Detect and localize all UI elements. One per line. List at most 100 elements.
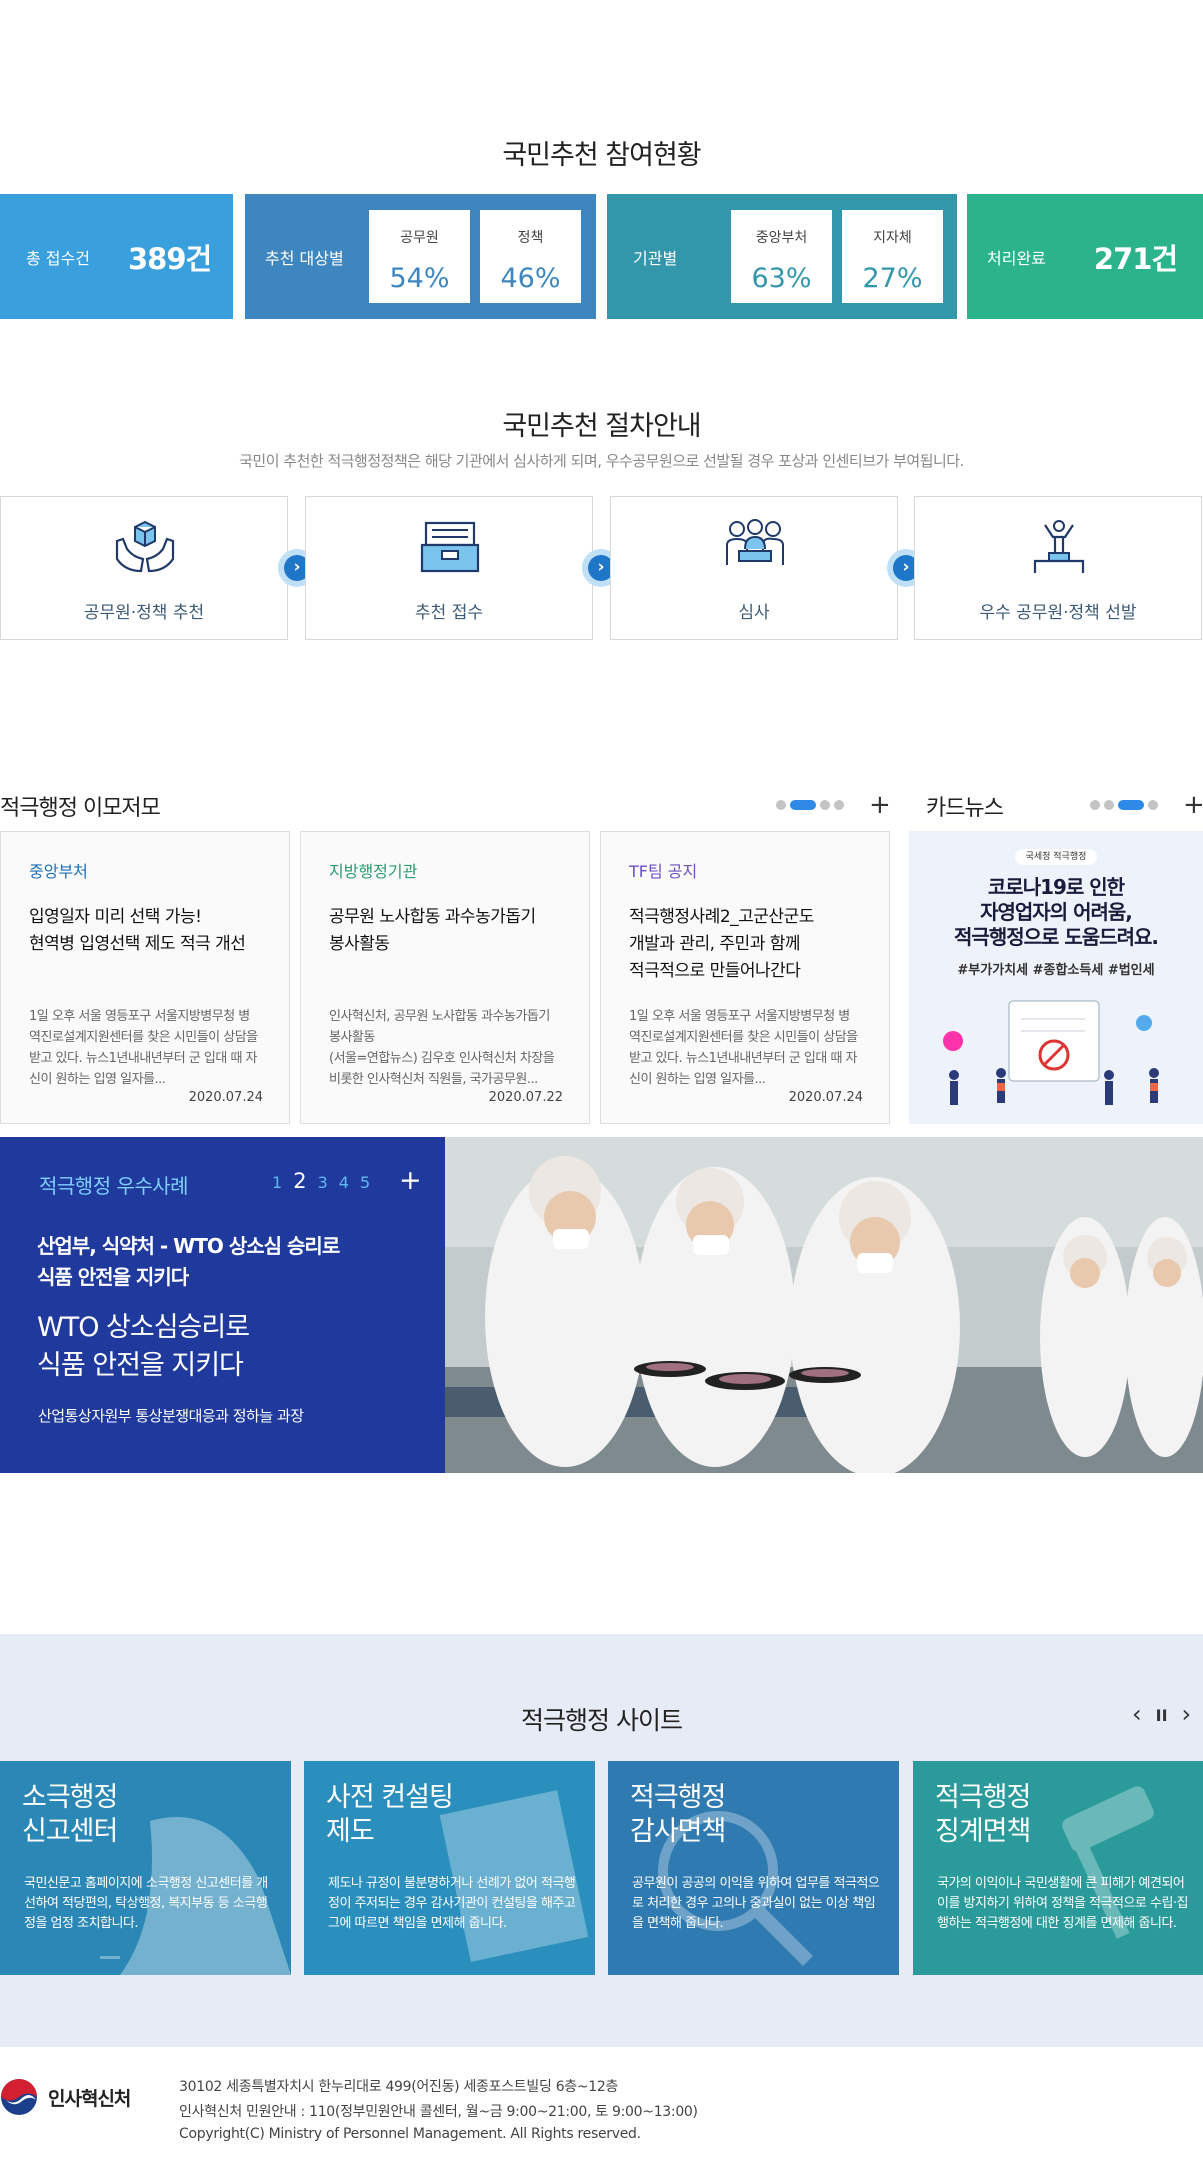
- cardnews-card[interactable]: 국세청 적극행정 코로나19로 인한 자영업자의 어려움, 적극행정으로 도움드…: [909, 831, 1203, 1124]
- cardnews-illustration: [943, 1000, 1159, 1105]
- board-pager[interactable]: [776, 800, 844, 810]
- news-body: 인사혁신처, 공무원 노사합동 과수농가돕기 봉사활동 (서울=연합뉴스) 김우…: [329, 1009, 555, 1087]
- pager-dot[interactable]: [776, 800, 786, 810]
- news-date: 2020.07.24: [188, 1090, 263, 1105]
- stat-target-official: 공무원 54%: [369, 210, 470, 303]
- best-case-more-button[interactable]: +: [399, 1165, 422, 1196]
- inbox-icon: [420, 521, 480, 573]
- stat-target-label: 추천 대상별: [265, 248, 344, 268]
- stat-pill-label: 지자체: [873, 230, 912, 246]
- news-date: 2020.07.24: [788, 1090, 863, 1105]
- stat-target-policy: 정책 46%: [480, 210, 581, 303]
- news-card[interactable]: 중앙부처 입영일자 미리 선택 가능! 현역병 입영선택 제도 적극 개선 1일…: [0, 831, 290, 1124]
- pager-dot-active[interactable]: [790, 800, 816, 810]
- site-card-audit-exemption[interactable]: 적극행정 감사면책 공무원이 공공의 이익을 위하여 업무를 적극적으로 처리한…: [608, 1761, 899, 1975]
- cardnews-headline: 코로나19로 인한 자영업자의 어려움, 적극행정으로 도움드려요.: [954, 875, 1159, 949]
- stat-pill-value: 46%: [500, 263, 561, 294]
- cardnews-more-button[interactable]: +: [1183, 792, 1203, 818]
- page-link[interactable]: 1: [272, 1173, 282, 1192]
- pager-dot[interactable]: [1104, 800, 1114, 810]
- step-receive: 추천 접수: [305, 496, 593, 640]
- best-case-panel: 적극행정 우수사례 1 2 3 4 5 + 산업부, 식약처 - WTO 상소심…: [0, 1137, 445, 1473]
- footer-logo[interactable]: 인사혁신처: [0, 2078, 131, 2116]
- site-title: 적극행정 감사면책: [630, 1782, 726, 1847]
- best-case-dept: 산업통상자원부 통상분쟁대응과 정하늘 과장: [38, 1407, 304, 1425]
- stat-done-label: 처리완료: [987, 248, 1046, 268]
- pager-dot[interactable]: [1090, 800, 1100, 810]
- cardnews-pager[interactable]: [1090, 800, 1158, 810]
- news-card[interactable]: TF팀 공지 적극행정사례2_고군산군도 개발과 관리, 주민과 함께 적극적으…: [600, 831, 890, 1124]
- page-link[interactable]: 3: [318, 1173, 328, 1192]
- next-button[interactable]: ›: [1182, 1700, 1192, 1732]
- stat-org-label: 기관별: [633, 248, 678, 268]
- site-card-report-center[interactable]: 소극행정 신고센터 국민신문고 홈페이지에 소극행정 신고센터를 개선하여 적당…: [0, 1761, 291, 1975]
- step-review: 심사: [610, 496, 898, 640]
- step-recommend: 공무원·정책 추천: [0, 496, 288, 640]
- participation-title: 국민추천 참여현황: [502, 140, 701, 171]
- pager-dot[interactable]: [834, 800, 844, 810]
- cardnews-hashtags: #부가가치세 #종합소득세 #법인세: [957, 963, 1155, 978]
- step-label: 추천 접수: [415, 603, 483, 623]
- stat-total: 총 접수건 389건: [0, 194, 233, 319]
- news-title[interactable]: 공무원 노사합동 과수농가돕기 봉사활동: [329, 904, 561, 988]
- page-link[interactable]: 4: [339, 1173, 349, 1192]
- page-link[interactable]: 5: [360, 1173, 370, 1192]
- news-body: 1일 오후 서울 영등포구 서울지방병무청 병역진로설계지원센터를 찾은 시민들…: [29, 1009, 258, 1087]
- stat-pill-value: 27%: [862, 263, 923, 294]
- stat-done: 처리완료 271건: [967, 194, 1203, 319]
- news-category: 중앙부처: [29, 862, 88, 881]
- news-body: 1일 오후 서울 영등포구 서울지방병무청 병역진로설계지원센터를 찾은 시민들…: [629, 1009, 858, 1087]
- meeting-icon: [726, 519, 784, 565]
- stat-target: 추천 대상별 공무원 54% 정책 46%: [245, 194, 596, 319]
- stat-pill-label: 정책: [517, 230, 544, 246]
- step-label: 우수 공무원·정책 선발: [979, 603, 1137, 623]
- board-more-button[interactable]: +: [869, 792, 891, 818]
- site-title: 소극행정 신고센터: [22, 1782, 118, 1847]
- stat-pill-value: 63%: [751, 263, 812, 294]
- step-label: 공무원·정책 추천: [83, 603, 205, 623]
- footer-contact: 인사혁신처 민원안내 : 110(정부민원안내 콜센터, 월~금 9:00~21…: [179, 2104, 698, 2120]
- site-desc: 국가의 이익이나 국민생활에 큰 피해가 예견되어 이를 방지하기 위하여 정책…: [937, 1876, 1189, 1931]
- government-emblem-icon: [1, 2079, 37, 2115]
- pager-dot-active[interactable]: [1118, 800, 1144, 810]
- sites-title: 적극행정 사이트: [521, 1706, 683, 1735]
- news-category: 지방행정기관: [329, 862, 418, 881]
- stat-done-value: 271건: [1093, 241, 1178, 276]
- page-link-current[interactable]: 2: [293, 1169, 306, 1193]
- prev-button[interactable]: ‹: [1132, 1700, 1142, 1732]
- procedure-subtitle: 국민이 추천한 적극행정정책은 해당 기관에서 심사하게 되며, 우수공무원으로…: [239, 452, 964, 470]
- footer-address: 30102 세종특별자치시 한누리대로 499(어진동) 세종포스트빌딩 6층~…: [179, 2079, 619, 2095]
- news-date: 2020.07.22: [488, 1090, 563, 1105]
- pager-dot[interactable]: [820, 800, 830, 810]
- stat-org-central: 중앙부처 63%: [731, 210, 832, 303]
- cardnews-tag: 국세청 적극행정: [1015, 849, 1097, 865]
- stat-total-value: 389건: [127, 241, 212, 276]
- hands-box-icon: [115, 520, 175, 573]
- news-title[interactable]: 입영일자 미리 선택 가능! 현역병 입영선택 제도 적극 개선: [29, 904, 261, 988]
- stat-org: 기관별 중앙부처 63% 지자체 27%: [607, 194, 957, 319]
- stat-org-local: 지자체 27%: [842, 210, 943, 303]
- podium-icon: [1033, 520, 1085, 573]
- site-card-discipline-exemption[interactable]: 적극행정 징계면책 국가의 이익이나 국민생활에 큰 피해가 예견되어 이를 방…: [913, 1761, 1203, 1975]
- site-desc: 공무원이 공공의 이익을 위하여 업무를 적극적으로 처리한 경우 고의나 중과…: [632, 1876, 880, 1931]
- best-case-headline[interactable]: 산업부, 식약처 - WTO 상소심 승리로 식품 안전을 지키다: [37, 1231, 340, 1293]
- news-title[interactable]: 적극행정사례2_고군산군도 개발과 관리, 주민과 함께 적극적으로 만들어나간…: [629, 904, 861, 988]
- procedure-title: 국민추천 절차안내: [502, 411, 701, 442]
- sites-controls: ‹ II ›: [1132, 1700, 1191, 1732]
- site-title: 적극행정 징계면책: [935, 1782, 1031, 1847]
- site-card-consulting[interactable]: 사전 컨설팅 제도 제도나 규정이 불분명하거나 선례가 없어 적극행정이 주저…: [304, 1761, 595, 1975]
- step-select: 우수 공무원·정책 선발: [914, 496, 1202, 640]
- step-label: 심사: [738, 603, 770, 623]
- factory-inspection-photo: [445, 1137, 1203, 1473]
- best-case-photo: [445, 1137, 1203, 1473]
- pause-button[interactable]: II: [1156, 1700, 1168, 1732]
- pager-dot[interactable]: [1148, 800, 1158, 810]
- cardnews-title: 카드뉴스: [926, 796, 1004, 821]
- site-desc: 국민신문고 홈페이지에 소극행정 신고센터를 개선하여 적당편의, 탁상행정, …: [24, 1876, 268, 1931]
- news-card[interactable]: 지방행정기관 공무원 노사합동 과수농가돕기 봉사활동 인사혁신처, 공무원 노…: [300, 831, 590, 1124]
- best-case-subhead: WTO 상소심승리로 식품 안전을 지키다: [37, 1312, 250, 1381]
- stat-pill-label: 공무원: [400, 230, 439, 246]
- best-case-pagination: 1 2 3 4 5: [272, 1169, 370, 1193]
- stat-pill-value: 54%: [389, 263, 450, 294]
- footer-copyright: Copyright(C) Ministry of Personnel Manag…: [179, 2126, 641, 2142]
